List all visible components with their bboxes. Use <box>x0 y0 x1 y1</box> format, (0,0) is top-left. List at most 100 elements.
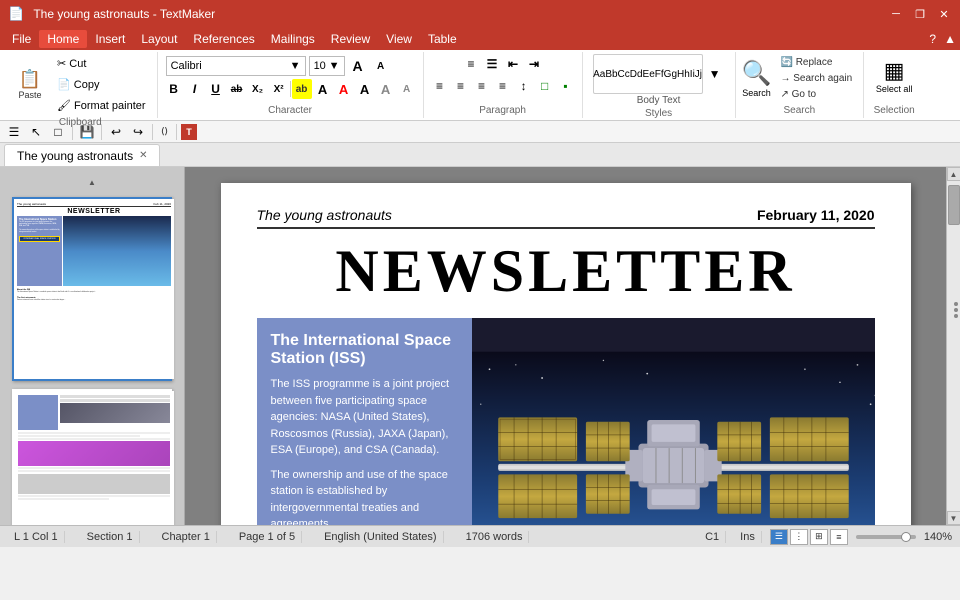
selection-group: ▦ Select all Selection <box>864 52 924 118</box>
undo-btn[interactable]: ↩ <box>106 122 126 142</box>
doc-canvas[interactable]: The young astronauts February 11, 2020 N… <box>185 167 946 525</box>
menu-view[interactable]: View <box>378 30 420 48</box>
font-size-box[interactable]: 10 ▼ <box>309 56 345 76</box>
save-btn[interactable]: 💾 <box>77 122 97 142</box>
tab-close-btn[interactable]: ✕ <box>139 150 147 161</box>
app-title: 📄 The young astronauts - TextMaker <box>8 6 215 22</box>
replace-btn[interactable]: 🔄 Replace <box>775 55 857 70</box>
font-size-lg-btn[interactable]: A <box>376 79 396 99</box>
iss-para1: The ISS programme is a joint project bet… <box>271 376 458 459</box>
org-name: The young astronauts <box>257 207 392 223</box>
styles-label: Styles <box>645 106 672 119</box>
main-area: ▲ The young astronauts Feb 11, 2020 NEWS… <box>0 167 960 525</box>
view-web-btn[interactable]: ⊞ <box>810 529 828 545</box>
align-right-btn[interactable]: ≡ <box>472 76 492 96</box>
paste-btn[interactable]: 📋 Paste <box>10 66 50 104</box>
search-again-btn[interactable]: → Search again <box>775 71 857 86</box>
iss-image <box>472 318 875 525</box>
scroll-track[interactable] <box>947 181 960 511</box>
character-label: Character <box>268 103 312 116</box>
cut-btn[interactable]: ✂ Cut <box>52 54 151 73</box>
menu-bar: File Home Insert Layout References Maili… <box>0 28 960 50</box>
align-left-btn[interactable]: ≡ <box>430 76 450 96</box>
superscript-btn[interactable]: X² <box>269 79 289 99</box>
left-panel: ▲ The young astronauts Feb 11, 2020 NEWS… <box>0 167 185 525</box>
tb2-sep1 <box>72 124 73 140</box>
scroll-thumb[interactable] <box>948 185 960 225</box>
bold-btn[interactable]: B <box>164 79 184 99</box>
close-btn[interactable]: ✕ <box>936 6 952 22</box>
font-size-up-btn[interactable]: A <box>348 56 368 76</box>
search-group: 🔍 Search 🔄 Replace → Search again ↗ Go t… <box>736 52 865 118</box>
format-painter-btn[interactable]: 🖌 Format painter <box>52 96 151 115</box>
text-highlight-btn[interactable]: ab <box>292 79 312 99</box>
ribbon-collapse-btn[interactable]: ▲ <box>944 32 956 46</box>
select-all-btn[interactable]: ▦ Select all <box>872 54 917 98</box>
tab-bar: The young astronauts ✕ <box>0 143 960 167</box>
menu-review[interactable]: Review <box>323 30 378 48</box>
style-gallery-arrow[interactable]: ▼ <box>705 64 725 84</box>
uppercase-btn[interactable]: A <box>355 79 375 99</box>
menu-table[interactable]: Table <box>420 30 465 48</box>
menu-file[interactable]: File <box>4 30 39 48</box>
view-mode-btn[interactable]: ☰ <box>4 122 24 142</box>
scroll-up-btn[interactable]: ▲ <box>947 167 960 181</box>
zoom-thumb[interactable] <box>901 532 911 542</box>
subscript-btn[interactable]: X₂ <box>248 79 268 99</box>
status-cursor: L 1 Col 1 <box>8 531 65 543</box>
paragraph-group: ≡ ☰ ⇤ ⇥ ≡ ≡ ≡ ≡ ↕ □ ▪ Paragraph <box>424 52 583 118</box>
ribbon: 📋 Paste ✂ Cut 📄 Copy 🖌 Format painter Cl… <box>0 50 960 121</box>
underline-btn[interactable]: U <box>206 79 226 99</box>
doc-right-column <box>472 318 875 525</box>
doc-header: The young astronauts February 11, 2020 <box>257 207 875 229</box>
line-spacing-btn[interactable]: ↕ <box>514 76 534 96</box>
shading-btn[interactable]: ▪ <box>556 76 576 96</box>
go-to-btn[interactable]: ↗ Go to <box>775 87 857 102</box>
redo-btn[interactable]: ↪ <box>128 122 148 142</box>
number-list-btn[interactable]: ☰ <box>482 54 502 74</box>
minimize-btn[interactable]: ─ <box>888 6 904 22</box>
strikethrough-btn[interactable]: ab <box>227 79 247 99</box>
zoom-slider[interactable] <box>856 535 916 539</box>
font-name-box[interactable]: Calibri ▼ <box>166 56 306 76</box>
styles-gallery: AaBbCcDdEeFfGgHhIiJj ▼ <box>589 54 729 94</box>
indent-increase-btn[interactable]: ⇥ <box>524 54 544 74</box>
border-btn[interactable]: □ <box>535 76 555 96</box>
view-outline-btn[interactable]: ⋮ <box>790 529 808 545</box>
search-btn[interactable]: 🔍 Search <box>742 59 772 98</box>
page-thumb-2[interactable] <box>12 389 172 525</box>
draw-btn[interactable]: □ <box>48 122 68 142</box>
italic-btn[interactable]: I <box>185 79 205 99</box>
doc-tab-astronauts[interactable]: The young astronauts ✕ <box>4 144 160 166</box>
window-controls: ─ ❐ ✕ <box>888 6 952 22</box>
menu-home[interactable]: Home <box>39 30 87 48</box>
bullet-list-btn[interactable]: ≡ <box>461 54 481 74</box>
indent-decrease-btn[interactable]: ⇤ <box>503 54 523 74</box>
clear-format-btn[interactable]: A <box>313 79 333 99</box>
scroll-down-btn[interactable]: ▼ <box>947 511 960 525</box>
page-thumb-1[interactable]: The young astronauts Feb 11, 2020 NEWSLE… <box>12 197 172 381</box>
doc-left-column: The International Space Station (ISS) Th… <box>257 318 472 525</box>
style-normal-btn[interactable]: AaBbCcDdEeFfGgHhIiJj <box>593 54 703 94</box>
menu-layout[interactable]: Layout <box>133 30 185 48</box>
font-size-down-btn[interactable]: A <box>371 56 391 76</box>
tb2-sep3 <box>152 124 153 140</box>
menu-insert[interactable]: Insert <box>87 30 133 48</box>
text-frame-btn[interactable]: ⟨⟩ <box>157 122 172 142</box>
menu-mailings[interactable]: Mailings <box>263 30 323 48</box>
thumb-scroll-up[interactable]: ▲ <box>85 175 99 189</box>
font-color-btn[interactable]: A <box>334 79 354 99</box>
copy-btn[interactable]: 📄 Copy <box>52 75 151 94</box>
style-name: Body Text <box>637 95 681 106</box>
help-btn[interactable]: ? <box>929 32 936 46</box>
cursor-btn[interactable]: ↖ <box>26 122 46 142</box>
font-selector-row: Calibri ▼ 10 ▼ A A <box>164 54 393 78</box>
align-center-btn[interactable]: ≡ <box>451 76 471 96</box>
menu-references[interactable]: References <box>185 30 262 48</box>
font-size-sm-btn[interactable]: A <box>397 79 417 99</box>
tb2-sep2 <box>101 124 102 140</box>
align-justify-btn[interactable]: ≡ <box>493 76 513 96</box>
view-read-btn[interactable]: ≡ <box>830 529 848 545</box>
view-normal-btn[interactable]: ☰ <box>770 529 788 545</box>
restore-btn[interactable]: ❐ <box>912 6 928 22</box>
